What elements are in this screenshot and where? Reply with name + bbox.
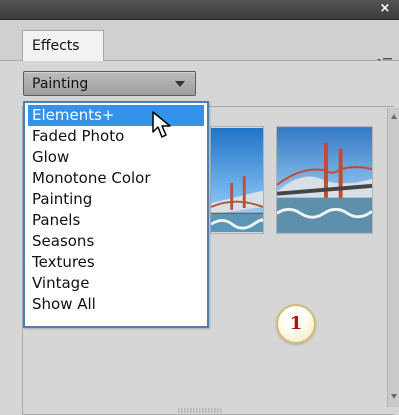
scroll-down-arrow-icon[interactable] [391, 394, 397, 399]
dropdown-item-seasons[interactable]: Seasons [28, 231, 204, 252]
effects-panel: × Effects Painting 1 Elements+ Faded Pho… [0, 0, 399, 415]
tab-strip: Effects [0, 20, 399, 66]
effect-category-dropdown[interactable]: Elements+ Faded Photo Glow Monotone Colo… [23, 101, 209, 328]
close-icon[interactable]: × [377, 1, 393, 17]
resize-grip-icon[interactable] [178, 408, 222, 413]
step-badge-number: 1 [289, 313, 303, 334]
tab-effects[interactable]: Effects [22, 30, 104, 61]
scroll-up-arrow-icon[interactable] [391, 114, 397, 119]
tab-effects-label: Effects [32, 38, 80, 54]
dropdown-item-textures[interactable]: Textures [28, 252, 204, 273]
category-select-value: Painting [32, 76, 89, 92]
panel-title-bar: × [0, 0, 399, 20]
dropdown-item-panels[interactable]: Panels [28, 210, 204, 231]
dropdown-item-monotone-color[interactable]: Monotone Color [28, 168, 204, 189]
effect-category-select[interactable]: Painting [23, 71, 196, 96]
effect-thumbnail[interactable] [210, 126, 264, 234]
step-badge: 1 [276, 304, 316, 344]
mouse-pointer-icon [152, 111, 171, 138]
dropdown-item-painting[interactable]: Painting [28, 189, 204, 210]
chevron-down-icon [175, 81, 185, 87]
dropdown-item-vintage[interactable]: Vintage [28, 273, 204, 294]
vertical-scrollbar[interactable] [387, 108, 399, 407]
dropdown-item-faded-photo[interactable]: Faded Photo [28, 126, 204, 147]
dropdown-item-show-all[interactable]: Show All [28, 294, 204, 315]
dropdown-item-glow[interactable]: Glow [28, 147, 204, 168]
effect-thumbnail[interactable] [276, 126, 373, 234]
dropdown-item-elements-plus[interactable]: Elements+ [28, 105, 204, 126]
